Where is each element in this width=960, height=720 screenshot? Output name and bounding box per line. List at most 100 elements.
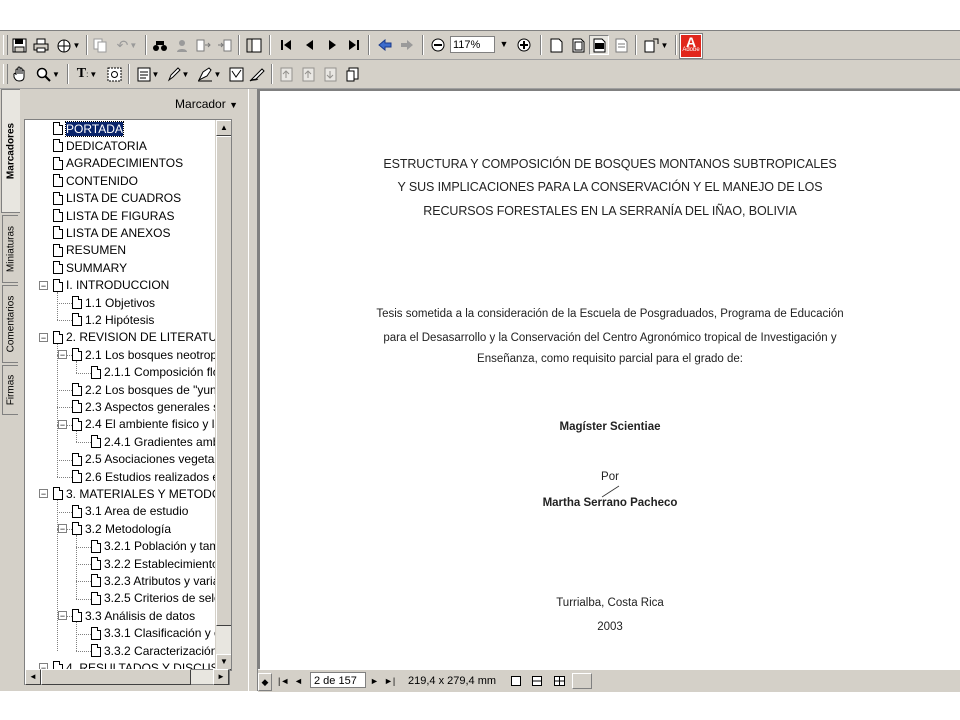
- fit-visible-icon[interactable]: [611, 35, 631, 55]
- bookmark-item[interactable]: 3.2.1 Población y tam: [91, 538, 219, 555]
- last-page-icon[interactable]: ►|: [384, 673, 398, 689]
- bookmark-item[interactable]: 2.4 El ambiente fisico y la: [72, 416, 221, 433]
- next-page-icon[interactable]: [322, 35, 342, 55]
- print-icon[interactable]: [31, 35, 51, 55]
- insert-pages-icon[interactable]: [215, 35, 233, 55]
- bookmark-item[interactable]: DEDICATORIA: [53, 137, 147, 154]
- tab-thumbnails[interactable]: Miniaturas: [2, 215, 18, 283]
- zoom-dropdown-icon[interactable]: ▼: [497, 36, 511, 53]
- bookmark-item[interactable]: LISTA DE FIGURAS: [53, 207, 174, 224]
- comment-note-tool-icon[interactable]: ▼: [133, 64, 163, 84]
- bookmark-item[interactable]: RESUMEN: [53, 242, 126, 259]
- zoom-out-icon[interactable]: [428, 35, 448, 55]
- bookmark-item[interactable]: 3.3 Análisis de datos: [72, 607, 195, 624]
- document-view[interactable]: ESTRUCTURA Y COMPOSICIÓN DE BOSQUES MONT…: [258, 89, 960, 669]
- status-scroll-button[interactable]: [572, 673, 592, 689]
- single-page-icon[interactable]: [511, 673, 523, 689]
- collapse-toggle-icon[interactable]: −: [58, 524, 67, 534]
- zoom-input[interactable]: 117%: [450, 36, 495, 53]
- crop-page-icon[interactable]: [343, 64, 361, 84]
- scrollbar-thumb[interactable]: [216, 136, 231, 626]
- go-back-icon[interactable]: [375, 35, 395, 55]
- bookmark-item[interactable]: I. INTRODUCCION: [53, 277, 169, 294]
- bookmark-item[interactable]: 3.2.3 Atributos y varia: [91, 572, 219, 589]
- panel-splitter[interactable]: [248, 89, 258, 691]
- collapse-toggle-icon[interactable]: −: [39, 489, 48, 499]
- previous-page-icon[interactable]: [300, 35, 320, 55]
- zoom-tool-icon[interactable]: ▼: [33, 64, 63, 84]
- scroll-up-button[interactable]: ▲: [216, 120, 231, 136]
- bookmark-item[interactable]: 2.6 Estudios realizados e: [72, 468, 219, 485]
- hand-tool-icon[interactable]: [10, 64, 30, 84]
- bookmarks-tree[interactable]: PORTADA DEDICATORIA AGRADECIMIENTOS CONTENI…: [24, 119, 232, 671]
- page-down-icon[interactable]: [321, 64, 339, 84]
- first-page-icon[interactable]: |◄: [278, 673, 290, 689]
- bookmark-item[interactable]: LISTA DE ANEXOS: [53, 224, 170, 241]
- first-page-icon[interactable]: [276, 35, 296, 55]
- zoom-in-icon[interactable]: [514, 35, 534, 55]
- collapse-toggle-icon[interactable]: −: [58, 611, 67, 621]
- page-rotate-icon[interactable]: [277, 64, 295, 84]
- tab-comments[interactable]: Comentarios: [2, 285, 18, 363]
- bookmark-item[interactable]: 2.1 Los bosques neotropi: [72, 346, 220, 363]
- bookmark-item[interactable]: 3.3.2 Caracterización: [91, 642, 217, 659]
- bookmark-item[interactable]: AGRADECIMIENTOS: [53, 155, 183, 172]
- fit-width-icon[interactable]: [589, 35, 609, 55]
- tab-bookmarks[interactable]: Marcadores: [1, 89, 20, 213]
- bookmark-item[interactable]: 3.2.5 Criterios de sele: [91, 590, 221, 607]
- facing-pages-icon[interactable]: [554, 673, 566, 689]
- text-select-tool-icon[interactable]: T: ▼: [72, 64, 102, 84]
- page-number-input[interactable]: 2 de 157: [310, 672, 366, 688]
- show-navigation-pane-icon[interactable]: [244, 35, 264, 55]
- sign-tool-icon[interactable]: [247, 64, 267, 84]
- bookmark-item[interactable]: 3. MATERIALES Y METODC: [53, 485, 221, 502]
- hscrollbar-thumb[interactable]: [41, 669, 191, 685]
- actual-size-icon[interactable]: [546, 35, 566, 55]
- bookmark-item[interactable]: 3.2.2 Establecimiento: [91, 555, 219, 572]
- save-icon[interactable]: [10, 35, 28, 55]
- last-page-icon[interactable]: [344, 35, 364, 55]
- bookmark-item[interactable]: 1.1 Objetivos: [72, 294, 155, 311]
- scroll-right-button[interactable]: ►: [213, 669, 229, 685]
- snapshot-tool-icon[interactable]: [104, 64, 124, 84]
- rotate-view-icon[interactable]: ▼: [640, 35, 672, 55]
- bookmark-item[interactable]: 1.2 Hipótesis: [72, 311, 154, 328]
- copy-icon[interactable]: [91, 35, 109, 55]
- search-person-icon[interactable]: [173, 35, 191, 55]
- stamp-tool-icon[interactable]: [226, 64, 246, 84]
- bookmark-item[interactable]: 2.3 Aspectos generales s: [72, 398, 219, 415]
- extract-pages-icon[interactable]: [194, 35, 212, 55]
- previous-page-icon[interactable]: ◄: [294, 673, 306, 689]
- toolbar-grip[interactable]: [3, 64, 8, 84]
- bookmark-item[interactable]: 3.3.1 Clasificación y o: [91, 625, 221, 642]
- bookmark-item[interactable]: 2. REVISION DE LITERATUR: [53, 329, 226, 346]
- undo-icon[interactable]: ↶ ▼: [112, 35, 142, 55]
- highlight-tool-icon[interactable]: ▼: [194, 64, 224, 84]
- next-page-icon[interactable]: ►: [370, 673, 382, 689]
- bookmarks-horizontal-scrollbar[interactable]: ◄ ►: [24, 669, 230, 685]
- tab-signatures[interactable]: Firmas: [2, 365, 18, 415]
- bookmarks-vertical-scrollbar[interactable]: ▲ ▼: [215, 120, 231, 670]
- go-forward-icon[interactable]: [397, 35, 417, 55]
- toolbar-grip[interactable]: [3, 35, 8, 55]
- pencil-tool-icon[interactable]: ▼: [164, 64, 192, 84]
- bookmark-item[interactable]: 2.4.1 Gradientes ambi: [91, 433, 222, 450]
- scroll-left-button[interactable]: ◄: [25, 669, 41, 685]
- bookmark-item[interactable]: 2.2 Los bosques de "yunc: [72, 381, 223, 398]
- collapse-toggle-icon[interactable]: −: [39, 280, 48, 290]
- bookmark-item[interactable]: LISTA DE CUADROS: [53, 190, 181, 207]
- adobe-logo[interactable]: Adobe: [680, 27, 702, 58]
- bookmark-item[interactable]: 2.5 Asociaciones vegetale: [72, 451, 224, 468]
- fit-page-icon[interactable]: [568, 35, 588, 55]
- page-up-icon[interactable]: [299, 64, 317, 84]
- bookmark-item[interactable]: CONTENIDO: [53, 172, 138, 189]
- bookmark-item[interactable]: 3.1 Area de estudio: [72, 503, 188, 520]
- collapse-toggle-icon[interactable]: −: [39, 332, 48, 342]
- continuous-icon[interactable]: [532, 673, 544, 689]
- bookmark-item[interactable]: 2.1.1 Composición flori: [91, 364, 226, 381]
- bookmark-item[interactable]: 3.2 Metodología: [72, 520, 171, 537]
- bookmark-menu-button[interactable]: Marcador ▼: [175, 97, 238, 111]
- email-icon[interactable]: ▼: [54, 35, 82, 55]
- bookmark-item[interactable]: SUMMARY: [53, 259, 127, 276]
- scroll-down-button[interactable]: ▼: [216, 654, 231, 670]
